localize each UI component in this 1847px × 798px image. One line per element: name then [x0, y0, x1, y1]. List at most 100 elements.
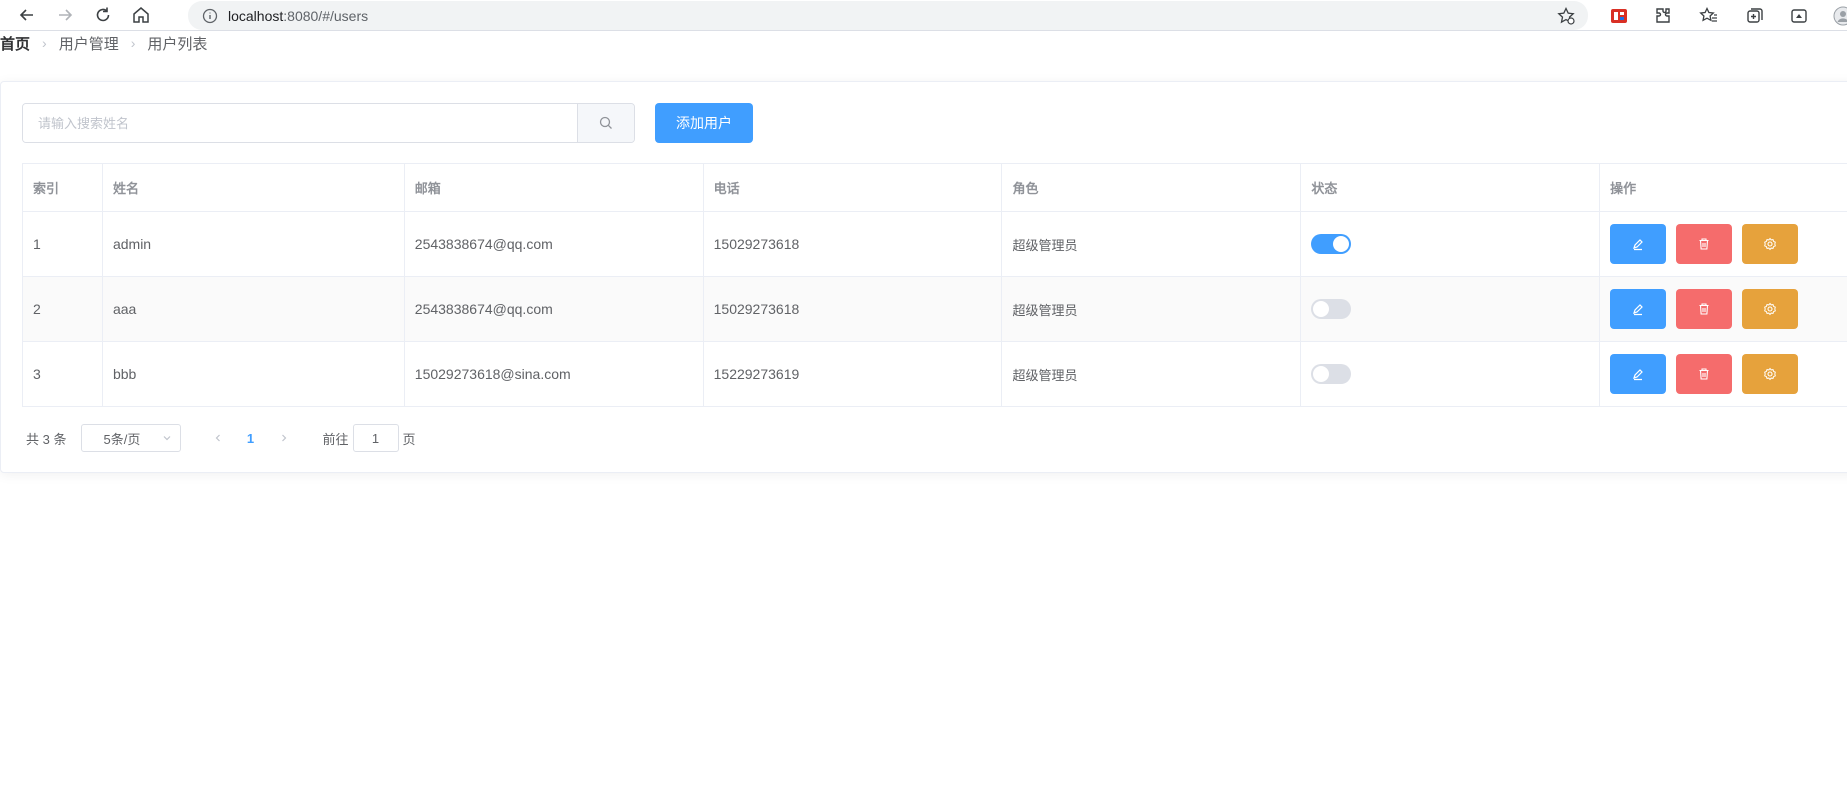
reload-button[interactable]: [86, 0, 120, 31]
cell-name: bbb: [103, 342, 405, 406]
delete-button[interactable]: [1676, 224, 1733, 264]
cell-role: 超级管理员: [1002, 277, 1302, 341]
setting-icon: [1764, 237, 1777, 251]
edit-button[interactable]: [1610, 224, 1667, 264]
extensions-button[interactable]: [1652, 5, 1674, 27]
cell-index: 2: [23, 277, 103, 341]
jump-page-input[interactable]: 1: [352, 424, 399, 452]
cell-actions: [1600, 277, 1847, 341]
cell-phone: 15029273618: [704, 277, 1003, 341]
extension-icon: [1611, 9, 1627, 23]
back-button[interactable]: [10, 0, 44, 31]
page-size-select[interactable]: 5条/页: [80, 424, 181, 452]
users-card: 添加用户 索引 姓名 邮箱 电话 角色 状态 操作 1 admin 254383…: [0, 81, 1847, 473]
home-icon: [133, 7, 149, 23]
table-header: 索引 姓名 邮箱 电话 角色 状态 操作: [23, 164, 1847, 212]
jump-prefix: 前往: [322, 431, 349, 447]
trash-icon: [1699, 238, 1709, 250]
cell-status: [1301, 342, 1601, 406]
setting-icon: [1764, 302, 1777, 316]
jump-suffix: 页: [402, 431, 416, 447]
switch-knob: [1333, 236, 1350, 252]
cell-email: 2543838674@qq.com: [405, 277, 704, 341]
favorites-button[interactable]: [1698, 5, 1720, 27]
collections-button[interactable]: [1744, 5, 1766, 27]
collections-icon: [1747, 8, 1763, 23]
header-email: 邮箱: [405, 164, 704, 211]
edit-icon: [1633, 239, 1644, 251]
header-role: 角色: [1002, 164, 1302, 211]
cell-role: 超级管理员: [1002, 342, 1302, 406]
header-phone: 电话: [704, 164, 1003, 211]
header-actions: 操作: [1600, 164, 1847, 211]
assign-role-button[interactable]: [1742, 354, 1799, 394]
edit-icon: [1633, 369, 1644, 381]
delete-button[interactable]: [1676, 354, 1733, 394]
info-icon: [202, 8, 218, 23]
search-icon: [599, 116, 612, 129]
cell-status: [1301, 212, 1601, 276]
prev-page-button[interactable]: [203, 433, 233, 443]
forward-button[interactable]: [48, 0, 82, 31]
profile-button[interactable]: [1832, 5, 1847, 27]
switch-knob: [1313, 301, 1330, 317]
chevron-right-icon: [281, 434, 286, 442]
edit-icon: [1633, 304, 1644, 316]
assign-role-button[interactable]: [1742, 289, 1799, 329]
cell-name: admin: [103, 212, 405, 276]
cell-actions: [1600, 212, 1847, 276]
favorite-add-icon[interactable]: [1556, 6, 1576, 26]
breadcrumb: 首页 › 用户管理 › 用户列表: [0, 33, 207, 53]
cell-name: aaa: [103, 277, 405, 341]
search-button[interactable]: [577, 104, 634, 142]
cell-index: 3: [23, 342, 103, 406]
favorites-icon: [1699, 6, 1717, 22]
header-name: 姓名: [103, 164, 405, 211]
trash-icon: [1699, 368, 1709, 380]
setting-icon: [1764, 367, 1777, 381]
delete-button[interactable]: [1676, 289, 1733, 329]
reload-icon: [96, 7, 110, 22]
search-input[interactable]: [23, 104, 577, 142]
add-user-button[interactable]: 添加用户: [655, 103, 753, 143]
puzzle-icon: [1656, 8, 1670, 23]
extension-button[interactable]: [1608, 5, 1630, 27]
edit-button[interactable]: [1610, 289, 1667, 329]
cell-phone: 15229273619: [704, 342, 1003, 406]
browser-toolbar: localhost:8080/#/users: [0, 0, 1847, 31]
cell-actions: [1600, 342, 1847, 406]
pagination-total: 共 3 条: [26, 431, 67, 447]
search-group: [22, 103, 635, 143]
page-jumper: 前往 1 页: [323, 424, 416, 452]
status-switch[interactable]: [1311, 299, 1352, 319]
table-row: 1 admin 2543838674@qq.com 15029273618 超级…: [23, 212, 1847, 277]
chevron-right-icon: ›: [130, 35, 136, 51]
cell-role: 超级管理员: [1002, 212, 1302, 276]
status-switch[interactable]: [1311, 234, 1352, 254]
assign-role-button[interactable]: [1742, 224, 1799, 264]
breadcrumb-user-list: 用户列表: [147, 35, 208, 53]
breadcrumb-user-management: 用户管理: [58, 35, 119, 53]
page-number-current[interactable]: 1: [233, 431, 269, 446]
cell-phone: 15029273618: [704, 212, 1003, 276]
next-page-button[interactable]: [269, 433, 299, 443]
chevron-down-icon: [163, 436, 170, 441]
cell-email: 2543838674@qq.com: [405, 212, 704, 276]
profile-icon: [1833, 6, 1847, 26]
trash-icon: [1699, 303, 1709, 315]
cell-index: 1: [23, 212, 103, 276]
pagination: 共 3 条 5条/页 1 前往 1 页: [26, 424, 416, 452]
screenshot-button[interactable]: [1788, 5, 1810, 27]
screenshot-icon: [1791, 9, 1807, 23]
address-bar[interactable]: localhost:8080/#/users: [188, 1, 1588, 30]
header-index: 索引: [23, 164, 103, 211]
chevron-left-icon: [215, 434, 220, 442]
home-button[interactable]: [124, 0, 158, 31]
table-row: 2 aaa 2543838674@qq.com 15029273618 超级管理…: [23, 277, 1847, 342]
cell-email: 15029273618@sina.com: [405, 342, 704, 406]
forward-icon: [59, 9, 73, 21]
edit-button[interactable]: [1610, 354, 1667, 394]
breadcrumb-home[interactable]: 首页: [0, 33, 30, 54]
status-switch[interactable]: [1311, 364, 1352, 384]
users-table: 索引 姓名 邮箱 电话 角色 状态 操作 1 admin 2543838674@…: [22, 163, 1847, 407]
